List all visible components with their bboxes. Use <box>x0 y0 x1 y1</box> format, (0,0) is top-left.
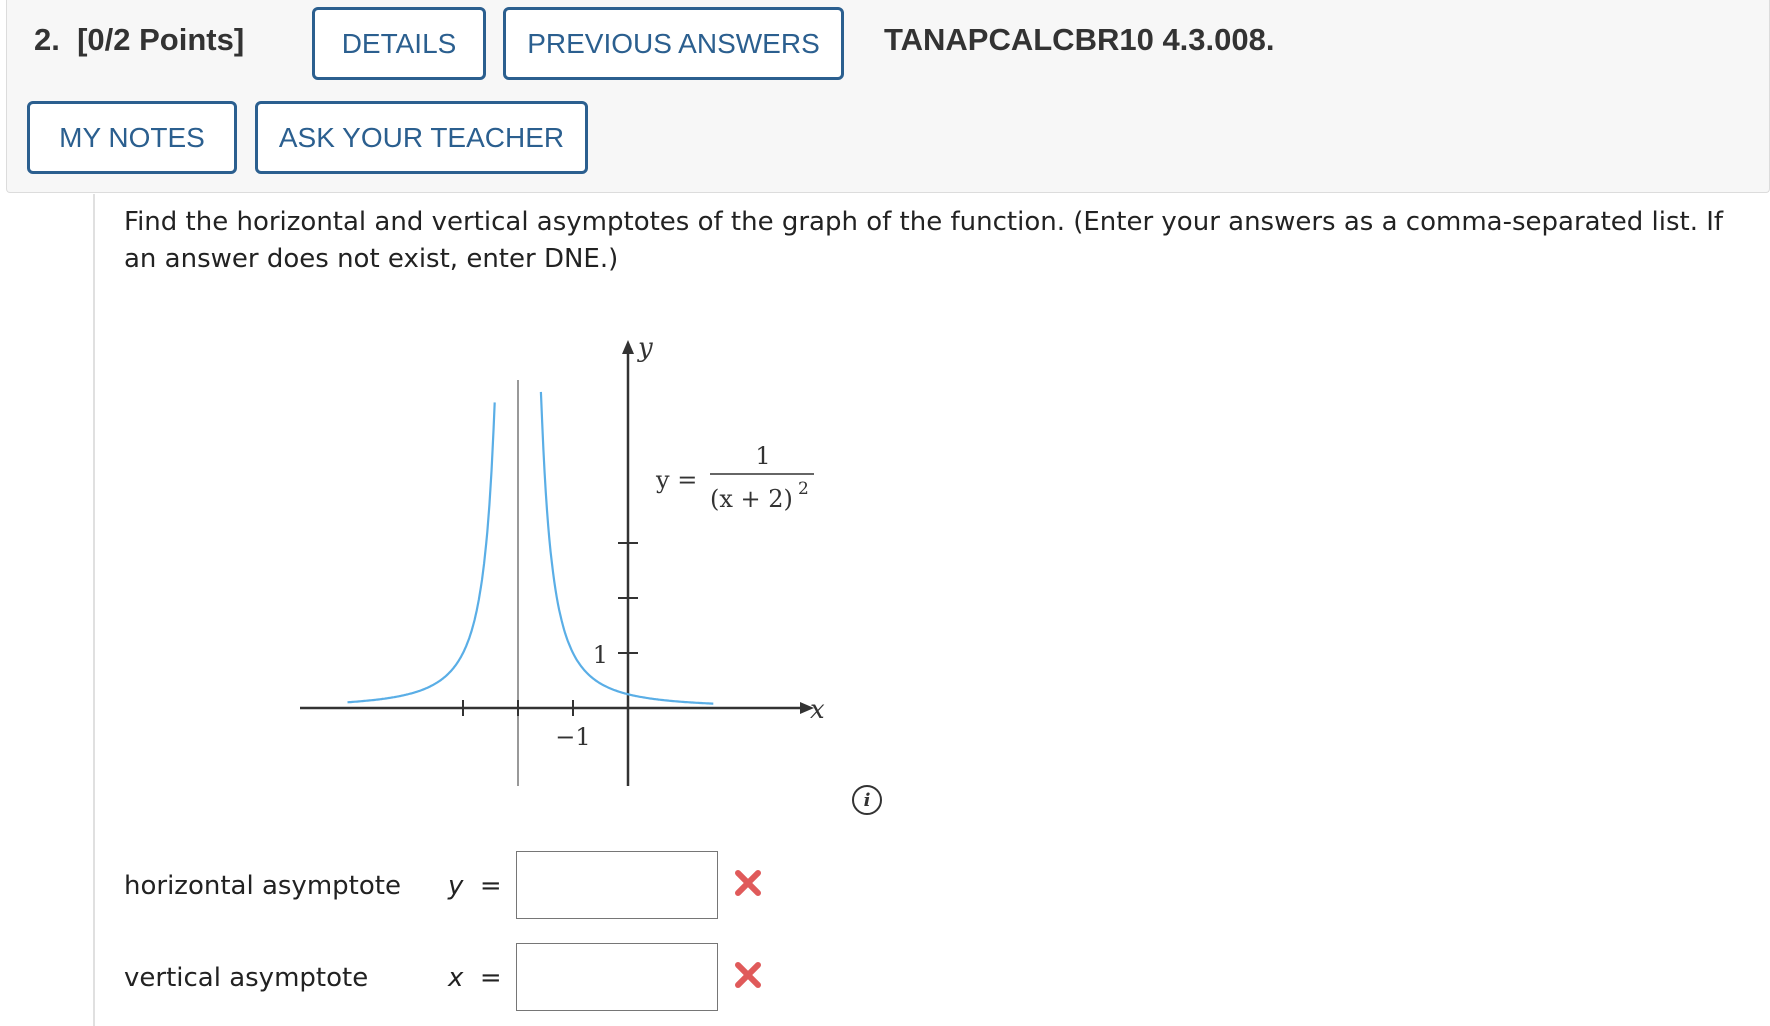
equation-denominator: (x + 2) <box>710 485 793 513</box>
x-axis-label: x <box>810 695 825 725</box>
equation-numerator: 1 <box>755 442 770 470</box>
incorrect-icon <box>735 962 761 988</box>
info-icon[interactable]: i <box>852 785 882 815</box>
question-prompt: Find the horizontal and vertical asympto… <box>124 207 1724 274</box>
horizontal-asymptote-variable: y = <box>448 871 502 901</box>
vertical-asymptote-input[interactable] <box>516 943 718 1011</box>
horizontal-asymptote-input[interactable] <box>516 851 718 919</box>
ask-your-teacher-button[interactable]: ASK YOUR TEACHER <box>255 101 588 174</box>
points-label: [0/2 Points] <box>77 22 245 57</box>
y-axis-arrow <box>622 340 634 354</box>
function-curve-left <box>347 402 496 704</box>
previous-answers-button[interactable]: PREVIOUS ANSWERS <box>503 7 844 80</box>
x-tick-label: −1 <box>555 723 590 751</box>
y-axis-label: y <box>637 333 653 363</box>
details-button[interactable]: DETAILS <box>312 7 486 80</box>
incorrect-icon <box>735 870 761 896</box>
horizontal-asymptote-label: horizontal asymptote <box>124 871 401 901</box>
equation-exponent: 2 <box>798 479 809 499</box>
problem-code: TANAPCALCBR10 4.3.008. <box>884 22 1275 57</box>
question-title: 2. [0/2 Points] <box>34 22 244 58</box>
y-tick-label: 1 <box>593 641 608 669</box>
function-graph: y x 1 −1 y = 1 (x + 2) 2 <box>300 333 825 786</box>
vertical-asymptote-label: vertical asymptote <box>124 963 369 993</box>
vertical-asymptote-variable: x = <box>448 963 502 993</box>
equation-lhs: y = <box>655 466 697 494</box>
question-number: 2. <box>34 22 60 57</box>
content-divider <box>93 194 95 1026</box>
my-notes-button[interactable]: MY NOTES <box>27 101 237 174</box>
